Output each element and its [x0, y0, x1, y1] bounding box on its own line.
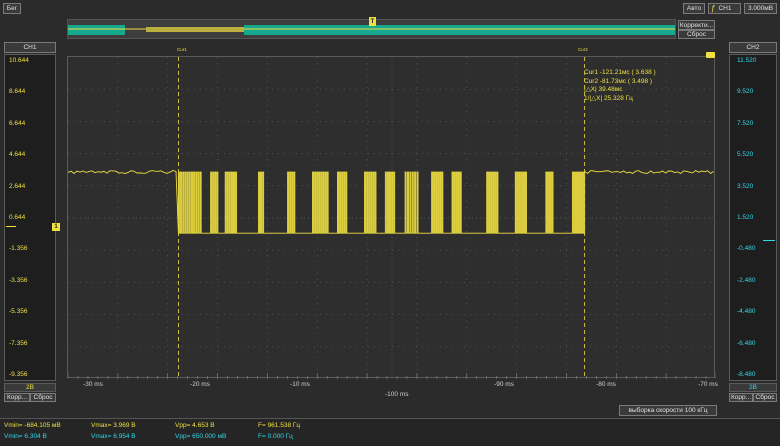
ch2-freq: F= 0.000 Гц [258, 433, 293, 440]
ch2-tick-label: -0.480 [737, 245, 755, 252]
trigger-level-button[interactable]: 3.000мВ [744, 3, 777, 14]
ch1-vmin: Vmin= -684.105 мВ [4, 422, 61, 429]
cursor-freq-readout: 1/|△X| 25.328 Гц [584, 95, 656, 104]
ch2-tick-label: -8.480 [737, 371, 755, 378]
ch2-title[interactable]: CH2 [729, 42, 777, 53]
ch1-vmax: Vmax= 3.969 В [91, 422, 136, 429]
ch2-vdiv[interactable]: 2В [729, 383, 777, 392]
cursor-readout: Cur1 -121.21мс ( 3.638 ) Cur2 -81.73мс (… [584, 69, 656, 103]
ch1-tick-label: 6.644 [9, 120, 25, 127]
ch2-level-line [763, 240, 775, 241]
auto-button[interactable]: Авто [683, 3, 705, 14]
trigger-channel-label: CH1 [718, 5, 731, 12]
ch1-waveform [68, 171, 714, 234]
ch1-tick-label: -9.356 [9, 371, 27, 378]
ch1-title[interactable]: CH1 [4, 42, 56, 53]
measurement-bar: Vmin= -684.105 мВ Vmax= 3.969 В Vpp= 4.6… [0, 418, 780, 446]
ch2-tick-label: 5.520 [737, 151, 753, 158]
cursor1-tag[interactable]: Cur1 [177, 47, 187, 52]
waveform-overview[interactable]: T [67, 19, 676, 39]
ch2-tick-label: 7.520 [737, 120, 753, 127]
x-tick-label: -80 ms [596, 381, 616, 388]
ch1-level-line [6, 226, 16, 227]
ch2-reset-button[interactable]: Сброс [753, 393, 777, 402]
ch2-tick-label: 1.520 [737, 214, 753, 221]
ch1-tick-label: 2.644 [9, 183, 25, 190]
trigger-channel-button[interactable]: ƒ CH1 [708, 3, 741, 14]
cursor2-tag[interactable]: Cur2 [578, 47, 588, 52]
ch1-tick-label: 0.644 [9, 214, 25, 221]
ch2-tick-label: -4.480 [737, 308, 755, 315]
ch2-correct-button[interactable]: Корр... [729, 393, 753, 402]
x-tick-label: -90 ms [494, 381, 514, 388]
ch1-tick-label: -1.356 [9, 245, 27, 252]
ch1-vpp: Vpp= 4.653 В [175, 422, 215, 429]
ch1-tick-label: 8.644 [9, 88, 25, 95]
ch1-tick-label: -5.356 [9, 308, 27, 315]
waveform-display[interactable] [67, 56, 715, 378]
ch1-tick-label: 10.644 [9, 57, 29, 64]
ch2-vmax: Vmax= 6.954 В [91, 433, 136, 440]
x-axis-center-label: -100 ms [385, 391, 408, 398]
ch1-tick-label: -7.356 [9, 340, 27, 347]
ch1-tick-label: -3.356 [9, 277, 27, 284]
ch2-vpp: Vpp= 650.000 мВ [175, 433, 226, 440]
overview-reset-button[interactable]: Сброс [678, 30, 715, 39]
ch1-tick-label: 4.644 [9, 151, 25, 158]
cursor1-readout: Cur1 -121.21мс ( 3.638 ) [584, 69, 656, 78]
trigger-edge-icon: ƒ [711, 4, 715, 13]
x-tick-label: -30 ms [83, 381, 103, 388]
cursor-delta-readout: |△X| 39.48мс [584, 86, 656, 95]
ch2-tick-label: 9.520 [737, 88, 753, 95]
ch2-tick-label: 11.520 [737, 57, 756, 64]
ch2-tick-label: -6.480 [737, 340, 755, 347]
ch1-freq: F= 961.538 Гц [258, 422, 300, 429]
trigger-position-marker[interactable]: T [369, 17, 376, 26]
cursor2-readout: Cur2 -81.73мс ( 3.498 ) [584, 78, 656, 87]
ch1-vdiv[interactable]: 2В [4, 383, 56, 392]
ch2-tick-label: 3.520 [737, 183, 753, 190]
x-tick-label: -70 ms [698, 381, 718, 388]
scroll-right-icon[interactable] [706, 52, 715, 58]
sample-rate-button[interactable]: выборка скорости 100 кГц [619, 405, 717, 416]
top-toolbar: Бег Авто ƒ CH1 3.000мВ [0, 0, 780, 17]
ch1-reset-button[interactable]: Сброс [30, 393, 56, 402]
x-tick-label: -20 ms [190, 381, 210, 388]
ch1-ground-marker[interactable]: 1 [52, 223, 60, 231]
ch1-correct-button[interactable]: Корр... [4, 393, 30, 402]
ch2-vmin: Vmin= 6.304 В [4, 433, 47, 440]
overview-correct-button[interactable]: Корректи... [678, 20, 715, 30]
ch2-tick-label: -2.480 [737, 277, 755, 284]
x-tick-label: -10 ms [290, 381, 310, 388]
run-button[interactable]: Бег [3, 3, 21, 14]
waveform-grid [68, 57, 716, 379]
